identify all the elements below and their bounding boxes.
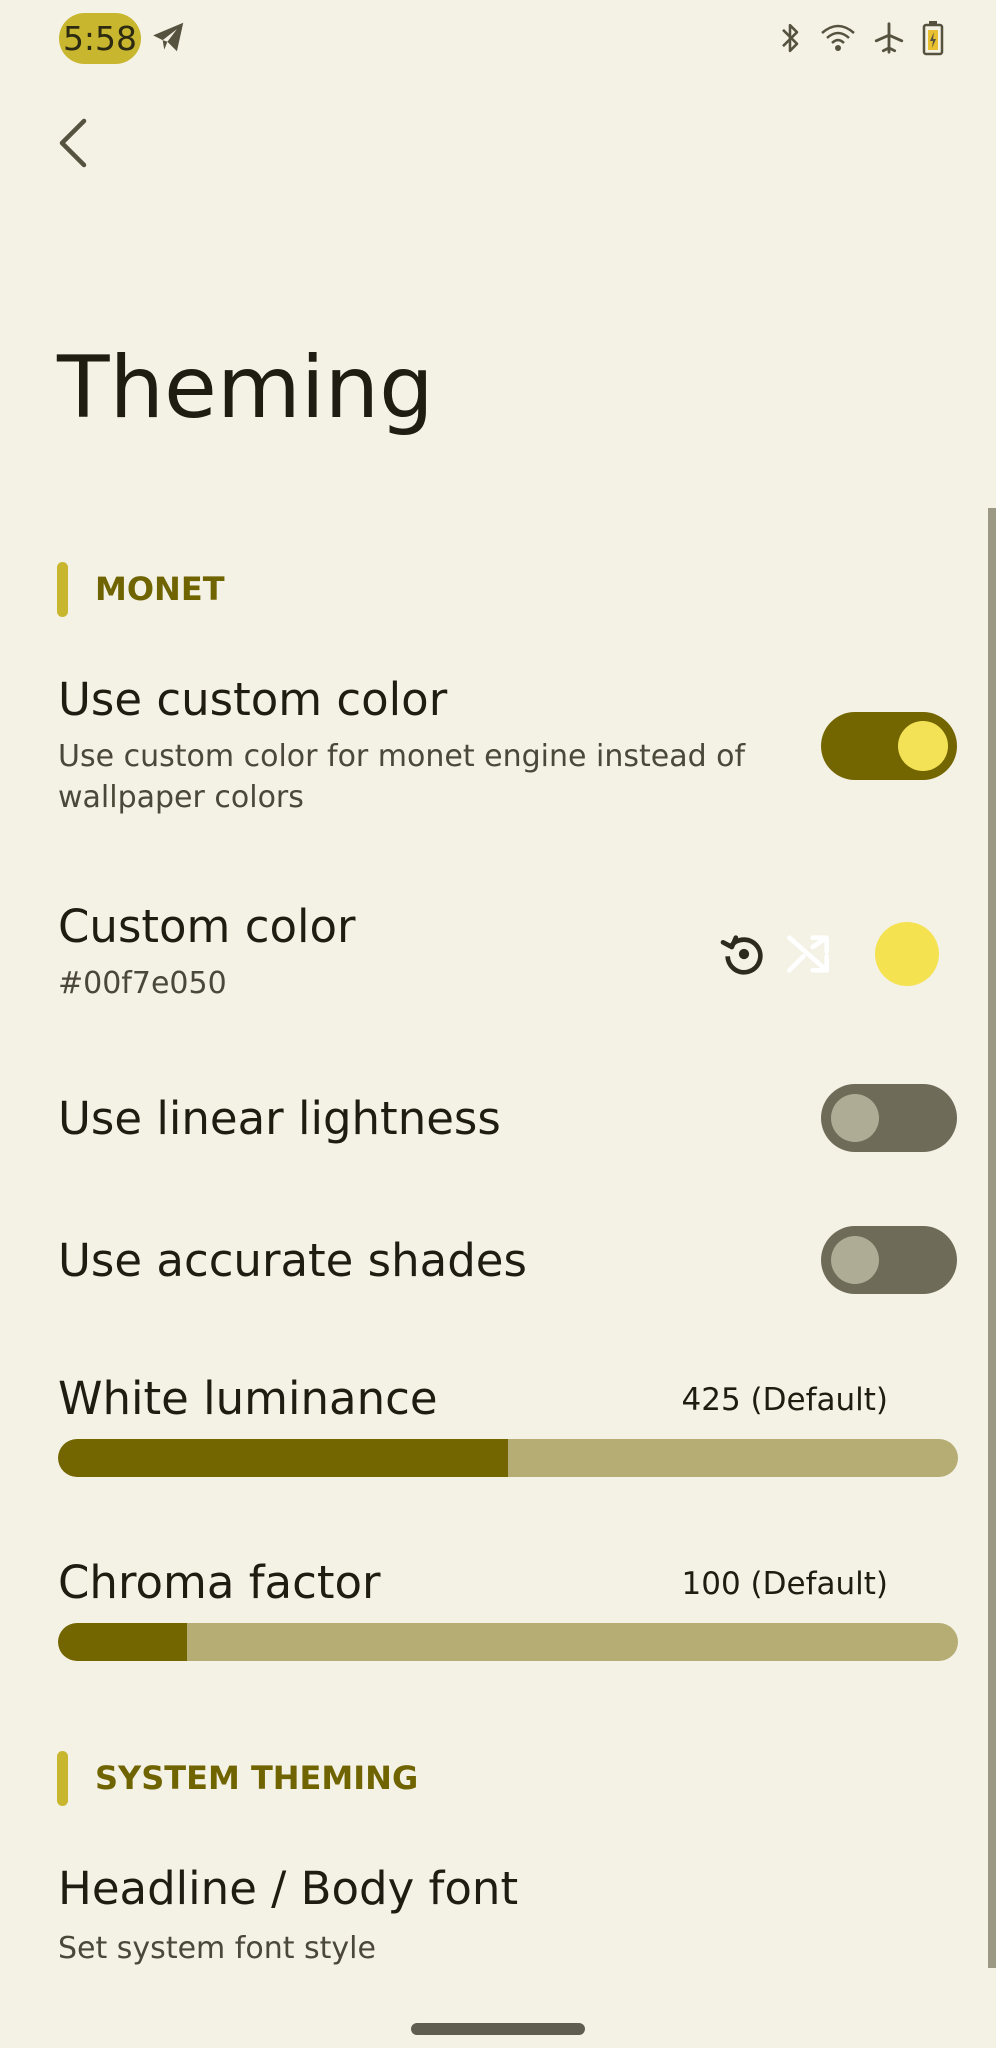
white-luminance-title: White luminance	[58, 1372, 438, 1425]
headline-body-font-title: Headline / Body font	[58, 1862, 519, 1915]
section-header-monet: MONET	[95, 570, 225, 608]
chroma-factor-row: Chroma factor 100 (Default)	[0, 1546, 988, 1666]
custom-color-title: Custom color	[58, 900, 356, 953]
linear-lightness-title: Use linear lightness	[58, 1092, 501, 1145]
use-custom-color-toggle[interactable]	[821, 712, 957, 780]
toggle-knob	[898, 721, 948, 771]
battery-icon	[922, 20, 944, 56]
arrow-back-icon	[59, 118, 87, 168]
use-custom-color-title: Use custom color	[58, 673, 448, 726]
scrollbar[interactable]	[988, 508, 996, 1968]
color-swatch[interactable]	[875, 922, 939, 986]
chroma-factor-title: Chroma factor	[58, 1556, 381, 1609]
accurate-shades-row[interactable]: Use accurate shades	[0, 1212, 988, 1322]
telegram-icon	[150, 18, 188, 60]
reset-icon	[720, 935, 763, 975]
section-header-system-theming: SYSTEM THEMING	[95, 1759, 419, 1797]
custom-color-row[interactable]: Custom color #00f7e050	[0, 880, 988, 1030]
chroma-factor-slider[interactable]	[58, 1623, 958, 1661]
reset-color-button[interactable]	[716, 926, 772, 982]
page-title: Theming	[57, 338, 434, 438]
white-luminance-row: White luminance 425 (Default)	[0, 1362, 988, 1482]
status-icons	[776, 18, 944, 58]
shuffle-icon	[787, 935, 829, 973]
chroma-factor-value: 100 (Default)	[681, 1566, 888, 1602]
white-luminance-slider[interactable]	[58, 1439, 958, 1477]
linear-lightness-row[interactable]: Use linear lightness	[0, 1070, 988, 1180]
back-button[interactable]	[42, 108, 102, 178]
white-luminance-value: 425 (Default)	[681, 1382, 888, 1418]
section-accent-bar	[57, 1751, 68, 1806]
shuffle-color-button[interactable]	[780, 926, 836, 982]
accurate-shades-title: Use accurate shades	[58, 1234, 527, 1287]
slider-fill	[58, 1623, 187, 1661]
headline-body-font-summary: Set system font style	[58, 1931, 376, 1966]
accurate-shades-toggle[interactable]	[821, 1226, 957, 1294]
bluetooth-icon	[776, 20, 804, 56]
airplane-icon	[872, 21, 906, 55]
toggle-knob	[831, 1236, 879, 1284]
wifi-icon	[820, 22, 856, 54]
section-accent-bar	[57, 562, 68, 617]
status-time-label: 5:58	[62, 19, 138, 58]
custom-color-value: #00f7e050	[58, 966, 227, 1001]
use-custom-color-summary: Use custom color for monet engine instea…	[58, 739, 746, 815]
headline-body-font-row[interactable]: Headline / Body font Set system font sty…	[0, 1845, 988, 1985]
use-custom-color-row[interactable]: Use custom color Use custom color for mo…	[0, 660, 988, 840]
status-time: 5:58	[59, 13, 141, 64]
slider-fill	[58, 1439, 508, 1477]
linear-lightness-toggle[interactable]	[821, 1084, 957, 1152]
home-indicator[interactable]	[411, 2023, 585, 2035]
toggle-knob	[831, 1094, 879, 1142]
